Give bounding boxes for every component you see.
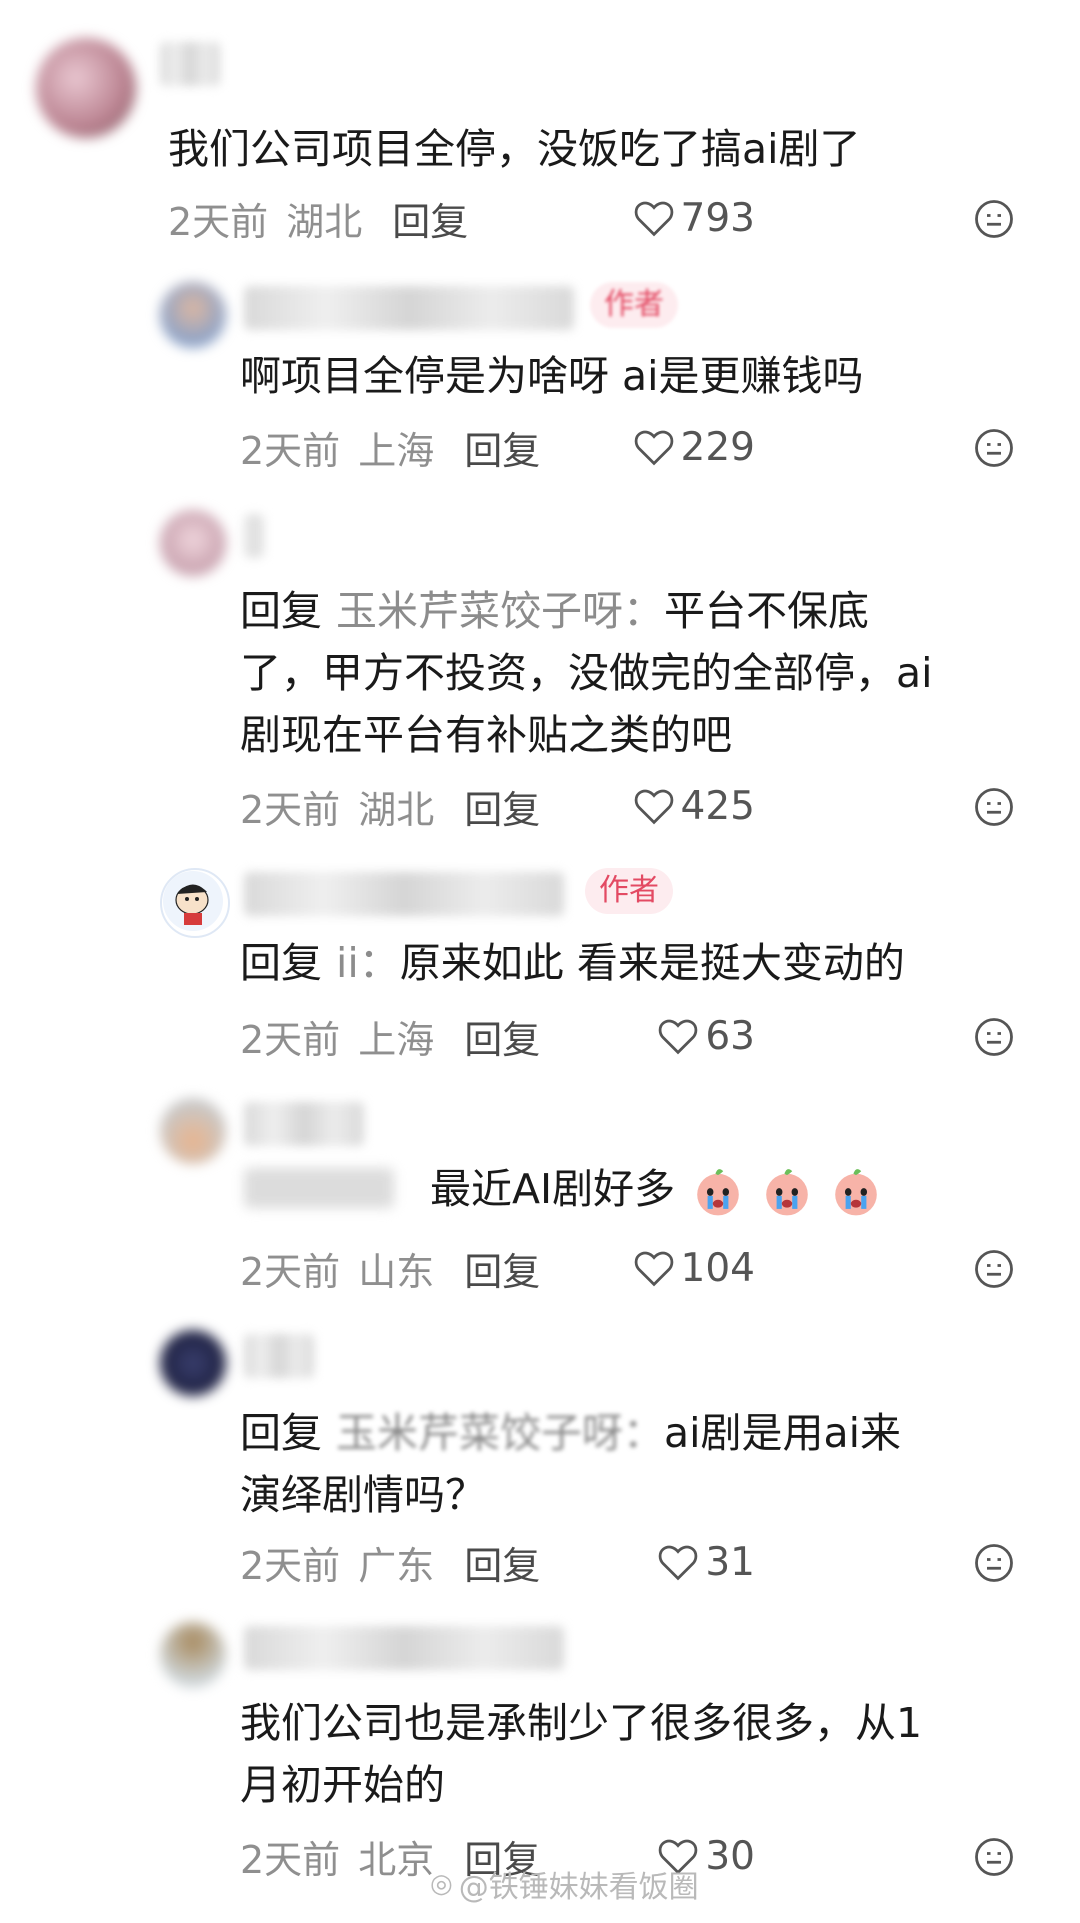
- dislike-face-icon[interactable]: [973, 1836, 1015, 1878]
- crying-peach-emoji: [835, 1169, 878, 1216]
- reply-button[interactable]: 回复: [464, 1241, 540, 1296]
- username[interactable]: [244, 1334, 314, 1378]
- timestamp: 2天前: [240, 428, 341, 473]
- comment-text-line-1: 我们公司也是承制少了很多很多，从1: [240, 1699, 923, 1747]
- heart-outline-icon: [659, 1019, 698, 1055]
- like-count: 63: [705, 1013, 755, 1059]
- avatar[interactable]: [160, 282, 226, 348]
- reply-target[interactable]: 玉米芹菜饺子呀：: [336, 1409, 664, 1457]
- heart-outline-icon: [634, 789, 673, 825]
- reply-button[interactable]: 回复: [464, 779, 540, 834]
- avatar[interactable]: [160, 1330, 226, 1396]
- like-count: 425: [680, 783, 755, 829]
- comment-text-line-1: 最近AI剧好多: [430, 1158, 882, 1220]
- crying-peach-emoji: [766, 1169, 809, 1216]
- location: 山东: [358, 1249, 435, 1294]
- username[interactable]: [244, 514, 264, 558]
- avatar[interactable]: [160, 868, 230, 938]
- reply-button[interactable]: 回复: [392, 191, 468, 246]
- reply-button[interactable]: 回复: [464, 1009, 540, 1064]
- reply-target[interactable]: ii：: [336, 939, 400, 987]
- timestamp: 2天前: [240, 1543, 341, 1588]
- heart-outline-icon: [634, 430, 673, 466]
- comment-text: 最近AI剧好多: [430, 1165, 676, 1213]
- author-badge: 作者: [590, 282, 678, 328]
- like-button[interactable]: 31: [657, 1532, 755, 1592]
- avatar[interactable]: [160, 1098, 226, 1164]
- reply-button[interactable]: 回复: [464, 420, 540, 475]
- comment-text-line-1: 回复 玉米芹菜饺子呀：ai剧是用ai来: [240, 1402, 901, 1464]
- location: 湖北: [358, 787, 435, 832]
- crying-peach-emoji: [697, 1169, 739, 1216]
- comment-meta: 2天前 山东 回复: [240, 1238, 540, 1298]
- comment-meta: 2天前 广东 回复: [240, 1532, 540, 1592]
- like-button[interactable]: 104: [633, 1238, 755, 1298]
- cartoon-avatar-icon: [163, 871, 223, 931]
- reply-target-blurred[interactable]: [244, 1168, 394, 1208]
- timestamp: 2天前: [240, 1249, 341, 1294]
- weibo-logo-icon: ◎: [430, 1869, 453, 1899]
- comment-text-line-2: 演绎剧情吗？: [240, 1471, 486, 1519]
- heart-outline-icon: [634, 1251, 673, 1287]
- reply-button[interactable]: 回复: [464, 1535, 540, 1590]
- dislike-face-icon[interactable]: [973, 1542, 1015, 1584]
- like-count: 793: [680, 195, 755, 241]
- username[interactable]: [244, 1102, 364, 1146]
- location: 上海: [358, 428, 435, 473]
- comment-meta: 2天前 上海 回复: [240, 1006, 540, 1066]
- heart-outline-icon: [659, 1545, 698, 1581]
- location: 北京: [358, 1837, 435, 1882]
- reply-prefix: 回复: [240, 587, 322, 635]
- comment-text-line-1: 回复 玉米芹菜饺子呀：平台不保底: [240, 580, 869, 642]
- watermark: ◎ @铁锤妹妹看饭圈: [430, 1862, 699, 1906]
- location: 广东: [358, 1543, 435, 1588]
- avatar[interactable]: [160, 1622, 226, 1688]
- dislike-face-icon[interactable]: [973, 198, 1015, 240]
- avatar[interactable]: [36, 38, 136, 138]
- heart-outline-icon: [634, 201, 673, 237]
- timestamp: 2天前: [240, 1837, 341, 1882]
- username[interactable]: [244, 286, 574, 330]
- dislike-face-icon[interactable]: [973, 1248, 1015, 1290]
- avatar[interactable]: [160, 510, 226, 576]
- comment-text: 啊项目全停是为啥呀 ai是更赚钱吗: [240, 352, 864, 400]
- reply-target[interactable]: 玉米芹菜饺子呀：: [336, 587, 664, 635]
- like-button[interactable]: 793: [633, 188, 755, 248]
- comment-text-line-2: 月初开始的: [240, 1761, 445, 1809]
- comment-text-line-3: 剧现在平台有补贴之类的吧: [240, 711, 732, 759]
- comment-meta: 2天前 湖北 回复: [240, 776, 540, 836]
- comment-text: 平台不保底: [664, 587, 869, 635]
- dislike-face-icon[interactable]: [973, 786, 1015, 828]
- location: 湖北: [286, 199, 363, 244]
- location: 上海: [358, 1017, 435, 1062]
- dislike-face-icon[interactable]: [973, 1016, 1015, 1058]
- comment-text: ai剧是用ai来: [664, 1409, 902, 1457]
- watermark-text: @铁锤妹妹看饭圈: [458, 1870, 699, 1905]
- like-button[interactable]: 229: [633, 417, 755, 477]
- comment-text-line-2: 了，甲方不投资，没做完的全部停，ai: [240, 649, 933, 697]
- comment-meta: 2天前 湖北 回复: [168, 188, 468, 248]
- like-count: 229: [680, 424, 755, 470]
- reply-prefix: 回复: [240, 1409, 322, 1457]
- username[interactable]: [160, 42, 220, 86]
- author-badge: 作者: [585, 868, 673, 914]
- username[interactable]: [244, 1626, 564, 1670]
- timestamp: 2天前: [240, 787, 341, 832]
- username[interactable]: [244, 872, 564, 916]
- like-count: 104: [680, 1245, 755, 1291]
- like-count: 30: [705, 1833, 755, 1879]
- comment-text: 原来如此 看来是挺大变动的: [399, 939, 905, 987]
- like-count: 31: [705, 1539, 755, 1585]
- comment-text: 我们公司项目全停，没饭吃了搞ai剧了: [168, 125, 861, 173]
- timestamp: 2天前: [240, 1017, 341, 1062]
- comment-meta: 2天前 上海 回复: [240, 417, 540, 477]
- timestamp: 2天前: [168, 199, 269, 244]
- reply-prefix: 回复: [240, 939, 322, 987]
- dislike-face-icon[interactable]: [973, 427, 1015, 469]
- like-button[interactable]: 63: [657, 1006, 755, 1066]
- like-button[interactable]: 425: [633, 776, 755, 836]
- comment-text-line-1: 回复 ii：原来如此 看来是挺大变动的: [240, 932, 905, 994]
